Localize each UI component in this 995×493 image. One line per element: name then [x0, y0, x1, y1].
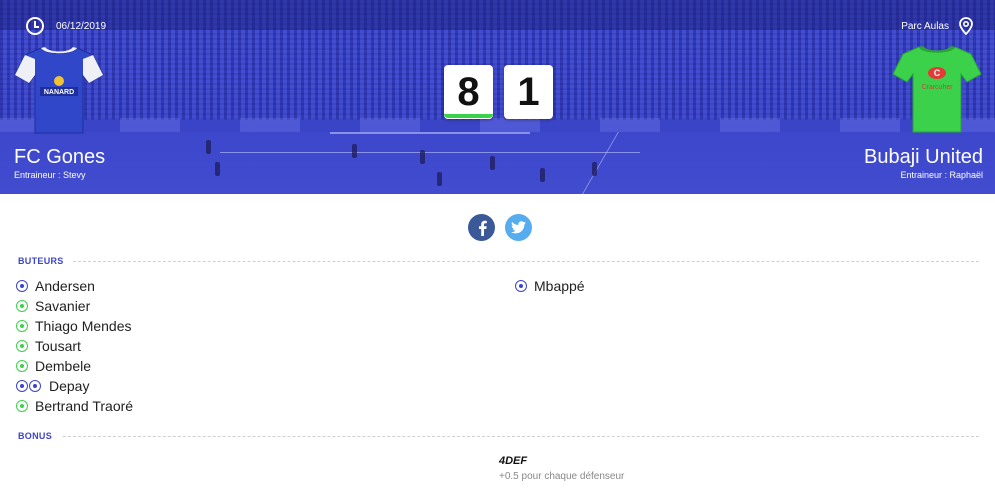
scorers-section-title: BUTEURS	[18, 256, 64, 266]
home-jersey-sponsor: NANARD	[44, 89, 74, 96]
away-coach: Entraineur : Raphaël	[900, 170, 983, 180]
goal-icons	[16, 380, 41, 392]
away-jersey-sponsor: Crarcuher	[921, 84, 953, 91]
scorer-name: Tousart	[35, 338, 81, 354]
soccer-ball-icon	[16, 360, 28, 372]
scorer-row: Tousart	[16, 336, 133, 356]
clock-icon	[26, 17, 44, 35]
soccer-ball-icon	[16, 340, 28, 352]
bonus-name: 4DEF	[499, 455, 528, 467]
match-date: 06/12/2019	[26, 17, 106, 35]
facebook-share-button[interactable]	[468, 214, 495, 241]
match-header: 06/12/2019 Parc Aulas NANARD C Crarcuher…	[0, 0, 995, 194]
twitter-share-button[interactable]	[505, 214, 532, 241]
home-scorers-list: Andersen Savanier Thiago Mendes Tousart Demb…	[16, 276, 133, 416]
bonus-description: +0.5 pour chaque défenseur	[499, 471, 625, 482]
home-winner-indicator	[444, 114, 493, 118]
away-scorers-list: Mbappé	[515, 276, 585, 296]
away-team-name: Bubaji United	[864, 146, 983, 168]
scorer-row: Bertrand Traoré	[16, 396, 133, 416]
away-jersey: C Crarcuher	[892, 46, 982, 133]
soccer-ball-icon	[515, 280, 527, 292]
scorer-row: Dembele	[16, 356, 133, 376]
soccer-ball-icon	[16, 380, 28, 392]
scorer-name: Thiago Mendes	[35, 318, 132, 334]
scorers-divider	[73, 261, 979, 262]
home-coach: Entraineur : Stevy	[14, 170, 86, 180]
home-score: 8	[444, 65, 493, 119]
facebook-icon	[478, 220, 487, 236]
scorer-row: Savanier	[16, 296, 133, 316]
pitch	[0, 132, 995, 194]
scorer-row: Mbappé	[515, 276, 585, 296]
scorer-name: Bertrand Traoré	[35, 398, 134, 414]
venue-text: Parc Aulas	[901, 20, 949, 32]
match-date-text: 06/12/2019	[56, 20, 107, 32]
scorer-name: Dembele	[35, 358, 92, 374]
scorer-row: Depay	[16, 376, 133, 396]
svg-text:C: C	[934, 68, 941, 78]
scorer-name: Andersen	[35, 278, 95, 294]
away-score: 1	[504, 65, 553, 119]
home-jersey: NANARD	[14, 47, 104, 134]
soccer-ball-icon	[16, 300, 28, 312]
twitter-icon	[511, 221, 526, 234]
soccer-ball-icon	[16, 400, 28, 412]
advertising-boards	[0, 118, 995, 132]
location-pin-icon	[959, 17, 973, 35]
scorer-name: Depay	[49, 378, 90, 394]
scorer-row: Andersen	[16, 276, 133, 296]
home-team-name: FC Gones	[14, 146, 106, 168]
scorer-row: Thiago Mendes	[16, 316, 133, 336]
bonus-divider	[63, 436, 979, 437]
bonus-section-title: BONUS	[18, 431, 53, 441]
scorer-name: Savanier	[35, 298, 91, 314]
soccer-ball-icon	[16, 280, 28, 292]
share-buttons	[468, 214, 532, 241]
match-venue: Parc Aulas	[901, 17, 973, 35]
soccer-ball-icon	[29, 380, 41, 392]
scorer-name: Mbappé	[534, 278, 585, 294]
soccer-ball-icon	[16, 320, 28, 332]
stadium-roof	[0, 0, 995, 30]
